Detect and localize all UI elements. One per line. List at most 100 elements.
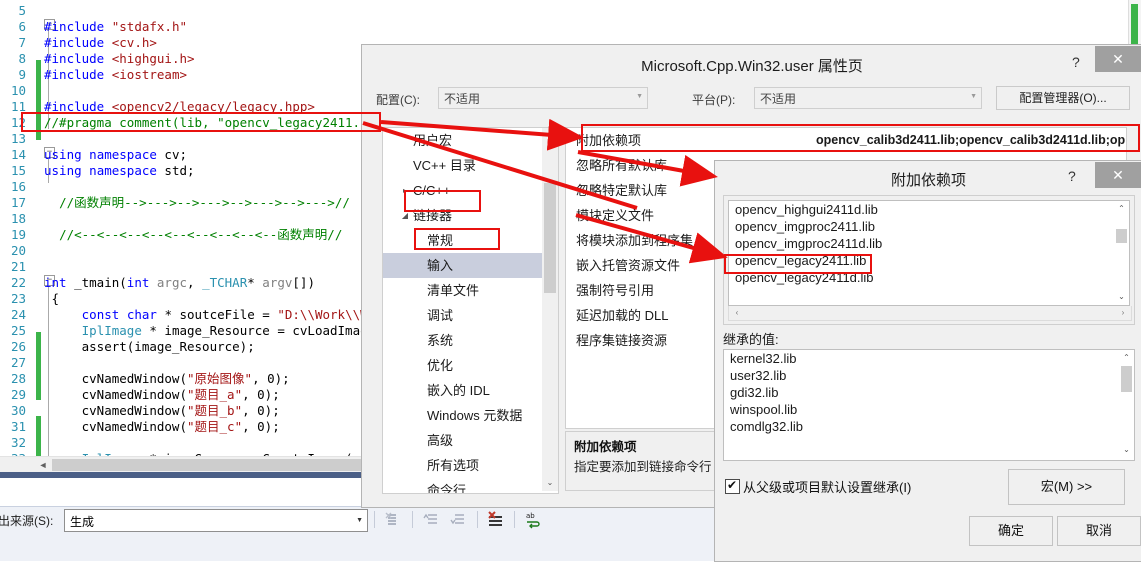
additional-dependencies-dialog[interactable]: 附加依赖项 ? ✕ opencv_highgui2411d.lib opencv_… — [714, 160, 1141, 562]
inherited-value-line: kernel32.lib — [730, 351, 797, 366]
line-number: 32 — [10, 435, 26, 450]
sub-dialog-title: 附加依赖项 — [890, 172, 966, 189]
settings-tree-item[interactable]: 系统 — [383, 328, 558, 353]
line-number: 8 — [18, 51, 26, 66]
line-number: 22 — [10, 275, 26, 290]
chevron-down-icon[interactable]: ▼ — [636, 93, 643, 100]
settings-tree-item[interactable]: VC++ 目录 — [383, 153, 558, 178]
cancel-button[interactable]: 取消 — [1057, 516, 1141, 546]
settings-tree-item[interactable]: 嵌入的 IDL — [383, 378, 558, 403]
settings-tree-item[interactable]: 清单文件 — [383, 278, 558, 303]
settings-tree-item-label: 嵌入的 IDL — [427, 383, 490, 398]
settings-tree-item-label: 清单文件 — [427, 283, 480, 298]
scroll-up-arrow-icon[interactable]: ⌃ — [1114, 201, 1129, 216]
line-number-gutter: 5 6 7 8 9 10 11 12 13 14 15 16 17 18 19 20 21 22 23 24 25 26 2… — [0, 0, 30, 467]
line-number: 6 — [18, 19, 26, 34]
settings-tree-item-label: 输入 — [427, 258, 454, 273]
inherit-checkbox[interactable]: ✔ — [725, 478, 740, 494]
property-name: 忽略所有默认库 — [576, 158, 668, 173]
dependencies-textarea[interactable]: opencv_highgui2411d.lib opencv_imgproc241… — [728, 200, 1130, 306]
scroll-left-arrow-icon[interactable]: ◄ — [36, 458, 50, 472]
settings-tree-item[interactable]: 命令行 — [383, 478, 558, 493]
ok-button[interactable]: 确定 — [969, 516, 1053, 546]
scroll-down-arrow-icon[interactable]: ⌄ — [1119, 442, 1134, 457]
help-icon[interactable]: ? — [1068, 168, 1076, 184]
chevron-down-icon[interactable]: ▼ — [970, 93, 977, 100]
settings-tree-list[interactable]: 用户宏 VC++ 目录 ▸ C/C++ ◢ 链接器 常规 输入 清单文件 调试 系统 优化 嵌入的 ID… — [383, 128, 558, 493]
configuration-row: 配置(C): 不适用 ▼ 平台(P): 不适用 ▼ 配置管理器(O)... — [362, 85, 1141, 113]
scroll-down-arrow-icon[interactable]: ⌄ — [542, 475, 558, 491]
close-icon[interactable]: ✕ — [1095, 162, 1141, 188]
platform-label: 平台(P): — [692, 93, 736, 107]
dialog-titlebar[interactable]: Microsoft.Cpp.Win32.user 属性页 ? ✕ — [362, 45, 1141, 83]
configuration-manager-button[interactable]: 配置管理器(O)... — [996, 86, 1130, 110]
line-number: 7 — [18, 35, 26, 50]
scroll-left-arrow-icon[interactable]: ‹ — [730, 306, 744, 319]
line-number: 10 — [10, 83, 26, 98]
settings-tree-item[interactable]: 用户宏 — [383, 128, 558, 153]
dependency-line[interactable]: opencv_imgproc2411d.lib — [729, 235, 1129, 252]
settings-tree-item[interactable]: 所有选项 — [383, 453, 558, 478]
scrollbar-thumb[interactable] — [1121, 366, 1132, 392]
dependency-line[interactable]: opencv_highgui2411d.lib — [729, 201, 1129, 218]
scrollbar-thumb[interactable] — [544, 183, 556, 293]
help-icon[interactable]: ? — [1072, 54, 1080, 70]
code-line[interactable] — [44, 3, 1141, 19]
sub-dialog-titlebar[interactable]: 附加依赖项 ? ✕ — [715, 161, 1141, 195]
scrollbar-thumb[interactable] — [1116, 229, 1127, 243]
line-number: 23 — [10, 291, 26, 306]
change-marker — [36, 332, 41, 400]
settings-tree-item[interactable]: 输入 — [383, 253, 558, 278]
output-source-select[interactable]: 生成 ▼ — [64, 509, 368, 532]
go-to-next-message-icon[interactable] — [447, 509, 468, 530]
property-name: 延迟加载的 DLL — [576, 308, 669, 323]
inherited-values-list[interactable]: kernel32.lib user32.lib gdi32.lib winspool.… — [723, 349, 1135, 461]
platform-select[interactable]: 不适用 ▼ — [754, 87, 982, 109]
settings-tree-item[interactable]: 优化 — [383, 353, 558, 378]
scroll-down-arrow-icon[interactable]: ⌄ — [1114, 289, 1129, 304]
settings-tree-item[interactable]: 高级 — [383, 428, 558, 453]
inherited-values-lines: kernel32.lib user32.lib gdi32.lib winspool.… — [724, 350, 1134, 435]
inherited-vertical-scrollbar[interactable]: ⌃ ⌄ — [1119, 350, 1134, 458]
dependencies-horizontal-scrollbar[interactable]: ‹ › — [728, 306, 1132, 321]
settings-tree-item[interactable]: Windows 元数据 — [383, 403, 558, 428]
line-number: 29 — [10, 387, 26, 402]
line-number: 30 — [10, 403, 26, 418]
scroll-up-arrow-icon[interactable]: ⌃ — [1119, 350, 1134, 365]
configuration-select[interactable]: 不适用 ▼ — [438, 87, 648, 109]
tree-scrollbar[interactable]: ⌃ ⌄ — [542, 128, 558, 491]
settings-tree[interactable]: 用户宏 VC++ 目录 ▸ C/C++ ◢ 链接器 常规 输入 清单文件 调试 系统 优化 嵌入的 ID… — [382, 127, 559, 494]
scroll-right-arrow-icon[interactable]: › — [1116, 306, 1130, 319]
code-line[interactable]: #include "stdafx.h" — [44, 19, 1141, 35]
toolbar-divider — [374, 511, 375, 528]
annotation-box-input-node — [414, 228, 500, 250]
line-number: 13 — [10, 131, 26, 146]
inherited-value-line: user32.lib — [730, 368, 787, 383]
settings-tree-item[interactable]: 调试 — [383, 303, 558, 328]
editor-selection-band — [0, 472, 368, 478]
output-source-label: 出来源(S): — [0, 514, 54, 528]
cancel-build-icon[interactable] — [485, 509, 506, 530]
macro-button[interactable]: 宏(M) >> — [1008, 469, 1125, 505]
dependencies-vertical-scrollbar[interactable]: ⌃ ⌄ — [1114, 201, 1129, 305]
svg-text:ab: ab — [526, 512, 535, 520]
output-tool-buttons: ab — [372, 509, 547, 533]
line-number: 20 — [10, 243, 26, 258]
close-icon[interactable]: ✕ — [1095, 46, 1141, 72]
inherit-checkbox-label[interactable]: 从父级或项目默认设置继承(I) — [743, 477, 911, 496]
go-to-previous-message-icon[interactable] — [420, 509, 441, 530]
settings-tree-item-label: 用户宏 — [413, 133, 453, 148]
toolbar-divider — [411, 511, 413, 528]
check-icon: ✔ — [727, 478, 738, 492]
line-number: 15 — [10, 163, 26, 178]
settings-tree-item-label: VC++ 目录 — [413, 158, 476, 173]
dependency-line[interactable]: opencv_imgproc2411.lib — [729, 218, 1129, 235]
configuration-label: 配置(C): — [376, 93, 420, 107]
line-number: 9 — [18, 67, 26, 82]
clear-output-icon[interactable] — [382, 509, 403, 530]
scroll-up-arrow-icon[interactable]: ⌃ — [542, 128, 558, 144]
toggle-word-wrap-icon[interactable]: ab — [523, 509, 544, 530]
chevron-down-icon[interactable]: ▼ — [356, 517, 363, 524]
settings-tree-item-label: Windows 元数据 — [427, 408, 523, 423]
property-description-title: 附加依赖项 — [574, 440, 637, 454]
